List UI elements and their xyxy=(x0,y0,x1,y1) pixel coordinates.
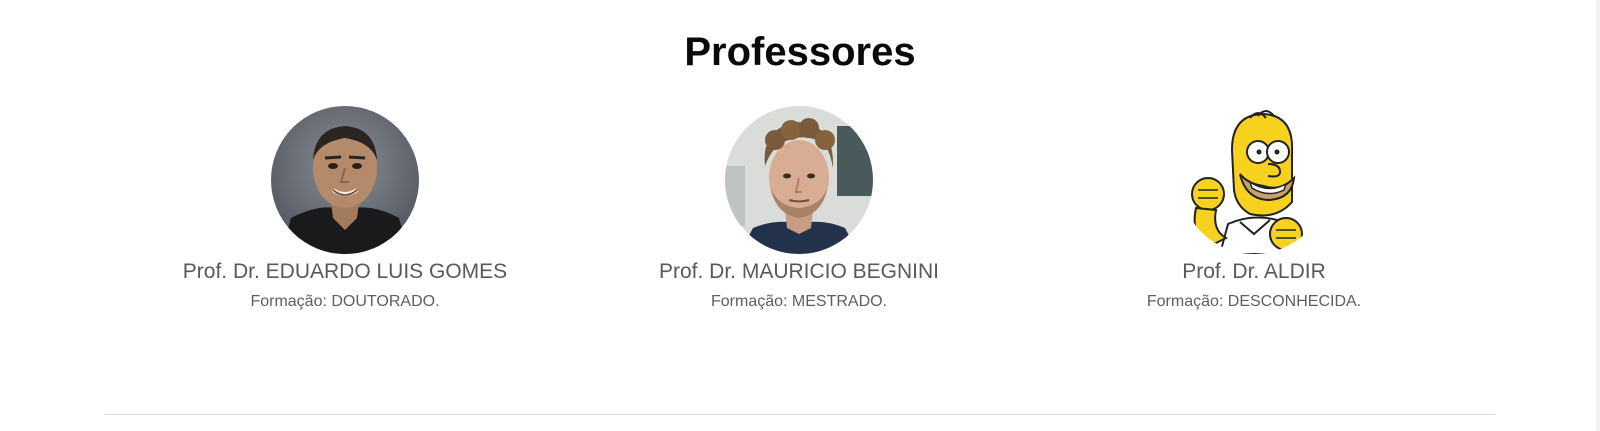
professor-photo xyxy=(725,106,873,254)
professor-name: Prof. Dr. EDUARDO LUIS GOMES xyxy=(182,260,508,283)
professor-degree: Formação: MESTRADO. xyxy=(710,293,888,310)
professor-card: Prof. Dr. EDUARDO LUIS GOMES Formação: D… xyxy=(135,106,555,313)
professor-card: Prof. Dr. MAURICIO BEGNINI Formação: MES… xyxy=(589,106,1009,313)
professor-avatar xyxy=(271,106,419,254)
professor-name: Prof. Dr. ALDIR xyxy=(1182,260,1326,283)
professor-avatar xyxy=(725,106,873,254)
professor-photo xyxy=(271,106,419,254)
page-title: Professores xyxy=(684,30,916,74)
professor-card: Prof. Dr. ALDIR Formação: DESCONHECIDA. xyxy=(1044,106,1464,313)
professor-name: Prof. Dr. MAURICIO BEGNINI xyxy=(658,260,940,283)
professor-photo xyxy=(1180,106,1328,254)
professor-avatar xyxy=(1180,106,1328,254)
page-scrollbar[interactable] xyxy=(1596,0,1600,431)
professor-degree: Formação: DESCONHECIDA. xyxy=(1146,293,1362,310)
section-divider xyxy=(105,414,1495,415)
professor-degree: Formação: DOUTORADO. xyxy=(250,293,440,310)
